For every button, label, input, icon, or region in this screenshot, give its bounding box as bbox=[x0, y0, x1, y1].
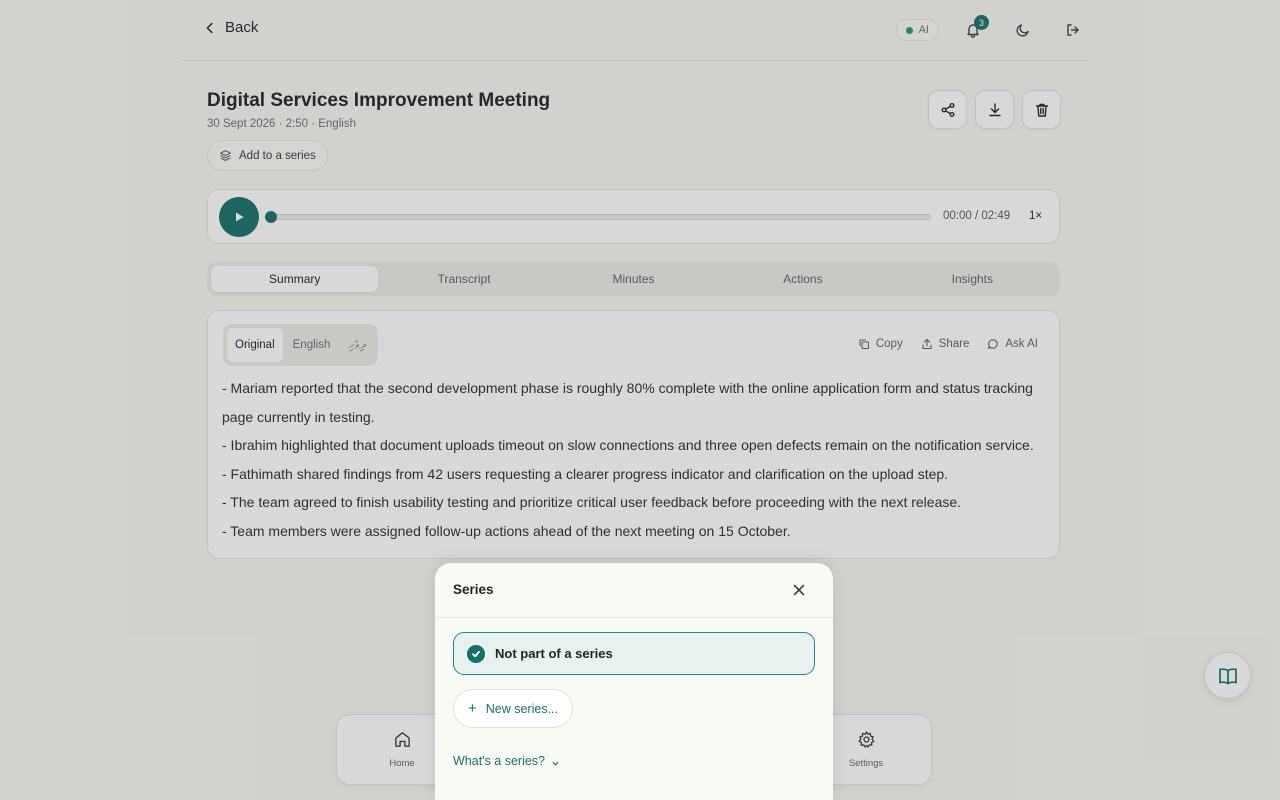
chevron-down-icon bbox=[552, 761, 559, 766]
series-modal: Series Not part of a series + New series… bbox=[435, 563, 833, 800]
selected-check bbox=[467, 644, 485, 663]
close-icon[interactable] bbox=[791, 582, 807, 598]
app-page: Back AI 3 Digital Services Improvement M… bbox=[0, 0, 1280, 800]
whats-a-series-label: What's a series? bbox=[453, 754, 546, 768]
check-icon bbox=[472, 650, 480, 657]
whats-a-series-toggle[interactable]: What's a series? bbox=[453, 754, 560, 768]
new-series-button[interactable]: + New series... bbox=[453, 689, 574, 728]
plus-icon: + bbox=[468, 700, 477, 717]
new-series-label: New series... bbox=[485, 701, 559, 716]
series-option-none[interactable]: Not part of a series bbox=[453, 632, 815, 675]
series-modal-title: Series bbox=[453, 582, 494, 597]
series-option-none-label: Not part of a series bbox=[495, 646, 613, 661]
series-modal-header: Series bbox=[435, 563, 833, 618]
